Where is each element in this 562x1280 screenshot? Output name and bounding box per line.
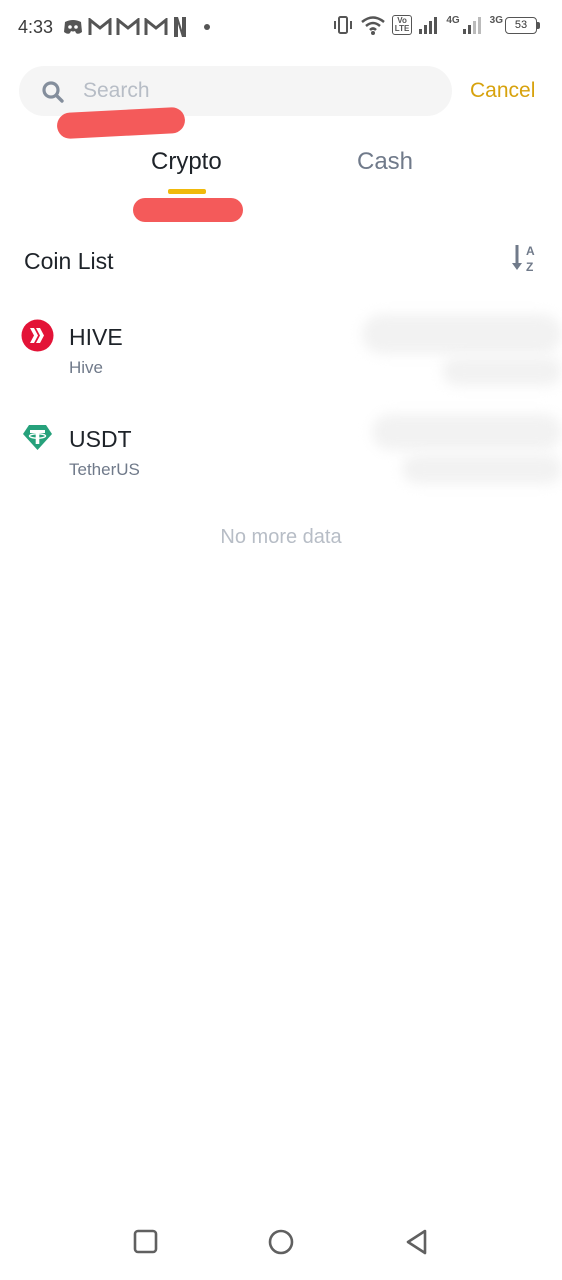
active-tab-indicator: [168, 189, 206, 194]
battery-icon: 53: [505, 16, 540, 34]
tab-cash[interactable]: Cash: [357, 148, 413, 176]
wifi-icon: [361, 16, 385, 35]
system-icons: Vo LTE 4G 3G 53: [332, 14, 540, 36]
cancel-button[interactable]: Cancel: [470, 79, 535, 103]
hive-icon: [21, 319, 54, 352]
recent-apps-icon[interactable]: [132, 1228, 160, 1256]
coin-name: Hive: [69, 358, 104, 377]
vibrate-icon: [333, 16, 352, 34]
discord-icon: [64, 20, 82, 34]
search-bar[interactable]: [19, 66, 452, 116]
gmail-icon: [88, 18, 112, 35]
network-3g-label: 3G: [489, 14, 503, 26]
svg-text:A: A: [526, 244, 535, 258]
dot-icon: [204, 24, 210, 30]
signal-icon: [419, 17, 438, 34]
battery-level: 53: [505, 16, 537, 34]
coin-row-usdt[interactable]: USDT TetherUS: [0, 414, 562, 504]
balance-blurred: [402, 454, 562, 484]
search-icon: [42, 81, 64, 103]
netflix-icon: [174, 17, 186, 37]
no-more-data-label: No more data: [220, 526, 342, 548]
tether-icon: [23, 425, 52, 450]
gmail-icon: [144, 18, 168, 35]
volte-icon: Vo LTE: [391, 15, 413, 35]
gmail-icon: [116, 18, 140, 35]
home-icon[interactable]: [267, 1228, 295, 1256]
sort-az-icon[interactable]: A Z: [510, 242, 540, 274]
coin-name: TetherUS: [69, 460, 140, 479]
status-bar: 4:33 Vo LTE 4G 3G 53: [0, 0, 562, 56]
balance-blurred: [362, 314, 562, 354]
coin-symbol: HIVE: [69, 324, 123, 350]
network-4g-label: 4G: [446, 14, 460, 26]
coin-symbol: USDT: [69, 426, 132, 452]
coin-list-title: Coin List: [24, 248, 114, 274]
back-icon[interactable]: [403, 1228, 431, 1256]
redaction-mark: [56, 106, 186, 140]
redaction-mark: [133, 198, 243, 222]
coin-row-hive[interactable]: HIVE Hive: [0, 312, 562, 402]
signal-icon: [462, 17, 481, 34]
system-nav-bar: [0, 1200, 562, 1280]
notification-icons: [62, 16, 210, 38]
balance-blurred: [442, 356, 562, 386]
status-time: 4:33: [18, 17, 54, 37]
tab-crypto[interactable]: Crypto: [151, 148, 222, 176]
balance-blurred: [372, 414, 562, 450]
svg-text:Z: Z: [526, 260, 533, 274]
